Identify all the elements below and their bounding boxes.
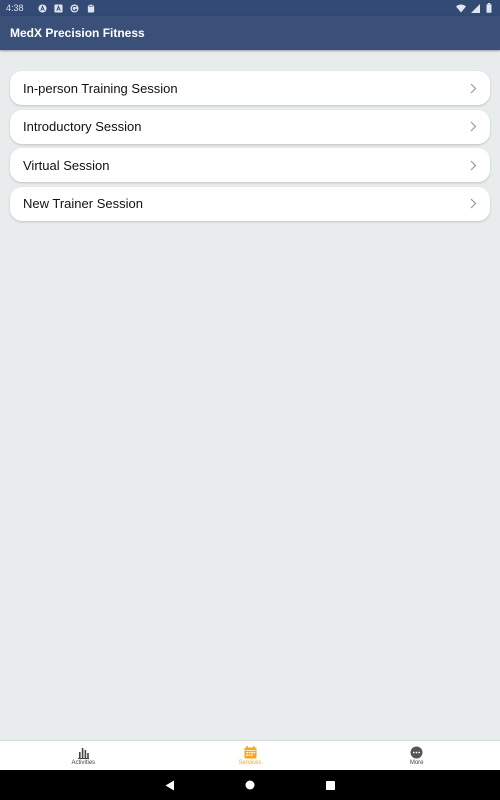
status-time: 4:38 (6, 3, 24, 13)
chevron-right-icon (468, 198, 478, 210)
status-bar: 4:38 (0, 0, 500, 16)
service-item-virtual[interactable]: Virtual Session (10, 148, 490, 182)
service-item-label: Introductory Session (23, 119, 142, 134)
status-left: 4:38 (6, 3, 96, 13)
service-item-label: New Trainer Session (23, 196, 143, 211)
service-item-in-person-training[interactable]: In-person Training Session (10, 71, 490, 105)
tab-label: Activities (71, 760, 96, 766)
tab-activities[interactable]: Activities (0, 741, 167, 770)
service-item-label: In-person Training Session (23, 80, 178, 96)
bottom-tab-bar: Activities Services More (0, 740, 500, 770)
recents-icon[interactable] (323, 778, 337, 792)
app-header: MedX Precision Fitness (0, 16, 500, 50)
chevron-right-icon (468, 82, 478, 94)
page-title: MedX Precision Fitness (10, 26, 145, 40)
tab-label: More (409, 760, 424, 766)
status-right (456, 3, 494, 13)
battery-icon (484, 3, 494, 13)
wifi-icon (456, 3, 466, 13)
system-nav-bar (0, 770, 500, 800)
bar-chart-icon (76, 745, 90, 759)
clipboard-icon (86, 3, 96, 13)
calendar-icon (243, 745, 257, 759)
g-circle-icon (70, 3, 80, 13)
back-icon[interactable] (163, 778, 177, 792)
service-item-new-trainer[interactable]: New Trainer Session (10, 186, 490, 221)
signal-icon (470, 3, 480, 13)
home-icon[interactable] (243, 778, 257, 792)
a-circle-icon (38, 3, 48, 13)
tab-more[interactable]: More (333, 741, 500, 770)
chevron-right-icon (468, 121, 478, 133)
a-square-icon (54, 3, 64, 13)
chevron-right-icon (468, 159, 478, 171)
service-item-label: Virtual Session (23, 157, 110, 173)
tab-label: Services (238, 760, 262, 766)
service-item-introductory[interactable]: Introductory Session (10, 109, 490, 144)
tab-services[interactable]: Services (167, 741, 334, 770)
more-dots-icon (410, 745, 424, 759)
services-list: In-person Training Session Introductory … (10, 71, 490, 225)
